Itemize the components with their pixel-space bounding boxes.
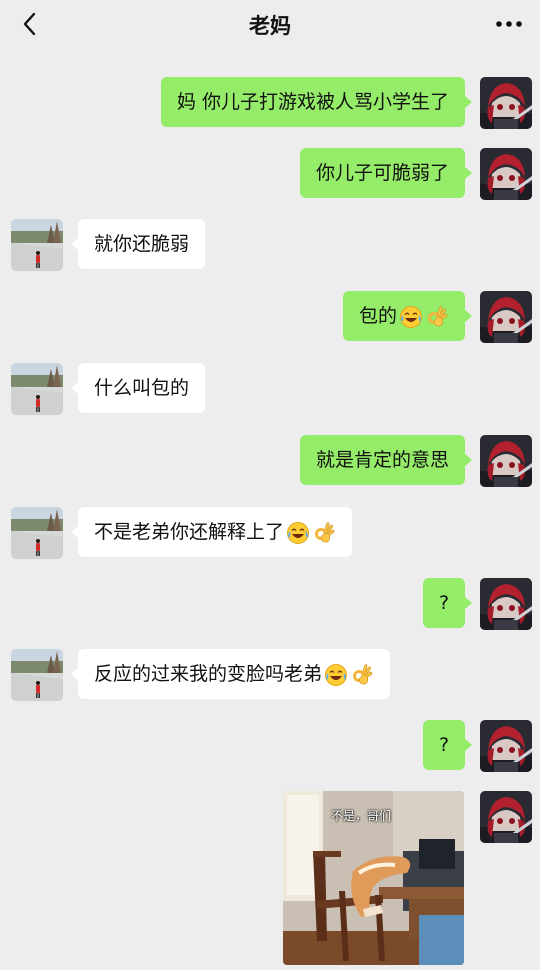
message-bubble[interactable]: 包的 xyxy=(343,291,473,341)
message-text: 反应的过来我的变脸吗老弟 xyxy=(94,663,323,685)
photo-caption: 不是，哥们 xyxy=(331,809,392,823)
my-avatar[interactable] xyxy=(480,291,532,343)
message-list[interactable]: 妈 你儿子打游戏被人骂小学生了你儿子可脆弱了就你还脆弱包的什么叫包的就是肯定的意… xyxy=(0,50,540,970)
my-avatar[interactable] xyxy=(480,435,532,487)
ok-hand-emoji xyxy=(312,521,336,545)
message-bubble[interactable]: 就是肯定的意思 xyxy=(300,435,473,485)
image-message[interactable]: 不是，哥们 xyxy=(283,791,464,965)
contact-avatar[interactable] xyxy=(11,507,63,559)
my-avatar[interactable] xyxy=(480,148,532,200)
message-bubble[interactable]: 就你还脆弱 xyxy=(70,219,206,269)
laughing-crying-emoji xyxy=(399,305,423,329)
message-text: 不是老弟你还解释上了 xyxy=(94,521,285,543)
message-text: 妈 你儿子打游戏被人骂小学生了 xyxy=(177,91,450,113)
chat-title: 老妈 xyxy=(249,14,291,38)
message-text: 包的 xyxy=(359,305,398,327)
message-text: 什么叫包的 xyxy=(94,377,190,399)
chat-header: 老妈 xyxy=(0,0,540,48)
message-bubble[interactable]: ? xyxy=(423,578,473,628)
message-bubble[interactable]: ? xyxy=(423,720,473,770)
my-avatar[interactable] xyxy=(480,578,532,630)
message-bubble[interactable]: 你儿子可脆弱了 xyxy=(300,148,473,198)
my-avatar[interactable] xyxy=(480,791,532,843)
message-text: 你儿子可脆弱了 xyxy=(316,162,450,184)
laughing-crying-emoji xyxy=(286,521,310,545)
message-bubble[interactable]: 妈 你儿子打游戏被人骂小学生了 xyxy=(161,77,473,127)
contact-avatar[interactable] xyxy=(11,219,63,271)
ok-hand-emoji xyxy=(425,305,449,329)
laughing-crying-emoji xyxy=(324,663,348,687)
message-text: 就是肯定的意思 xyxy=(316,449,450,471)
contact-avatar[interactable] xyxy=(11,649,63,701)
my-avatar[interactable] xyxy=(480,77,532,129)
contact-avatar[interactable] xyxy=(11,363,63,415)
more-dots-icon xyxy=(496,21,522,27)
message-bubble[interactable]: 反应的过来我的变脸吗老弟 xyxy=(70,649,391,699)
more-button[interactable] xyxy=(492,10,526,38)
ok-hand-emoji xyxy=(350,663,374,687)
message-text: ? xyxy=(439,734,450,756)
message-bubble[interactable]: 不是老弟你还解释上了 xyxy=(70,507,353,557)
message-text: 就你还脆弱 xyxy=(94,233,190,255)
message-bubble[interactable]: 什么叫包的 xyxy=(70,363,206,413)
message-text: ? xyxy=(439,592,450,614)
my-avatar[interactable] xyxy=(480,720,532,772)
